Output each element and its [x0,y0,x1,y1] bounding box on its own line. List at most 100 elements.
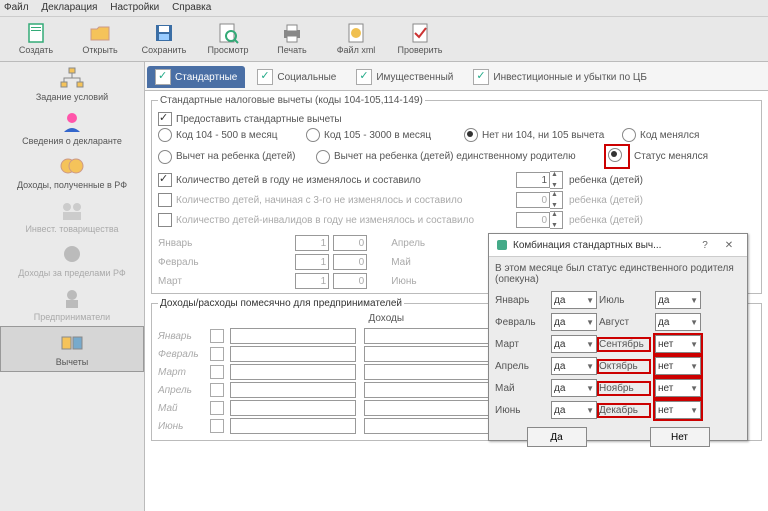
new-button[interactable]: Создать [4,22,68,56]
ie-jun-expense[interactable] [364,418,490,434]
ie-feb-income[interactable] [230,346,356,362]
ie-jan-check[interactable] [210,329,224,343]
code-changed-radio[interactable] [622,128,636,142]
code104-radio[interactable] [158,128,172,142]
dialog-month-select[interactable]: да▼ [551,313,597,331]
ie-jun-income[interactable] [230,418,356,434]
check-button[interactable]: Проверить [388,22,452,56]
preview-button[interactable]: Просмотр [196,22,260,56]
kids-invalid-checkbox[interactable] [158,213,172,227]
dialog-month-select[interactable]: да▼ [655,313,701,331]
deductions-icon [58,331,86,355]
kids3-input[interactable] [516,212,550,228]
kids-from3-checkbox[interactable] [158,193,172,207]
ie-apr-income[interactable] [230,382,356,398]
feb-v1[interactable] [295,254,329,270]
code105-radio[interactable] [306,128,320,142]
tab-property[interactable]: Имущественный [348,66,461,88]
dialog-month-select[interactable]: да▼ [551,379,597,397]
open-button[interactable]: Открыть [68,22,132,56]
spinner[interactable] [550,211,563,229]
tab-invest-label: Инвестиционные и убытки по ЦБ [493,72,647,83]
feb-v2[interactable] [333,254,367,270]
income-col: Доходы [368,313,404,324]
child-radio[interactable] [158,150,172,164]
print-button[interactable]: Печать [260,22,324,56]
dialog-month-label: Декабрь [599,405,649,416]
dialog-month-label: Май [495,383,545,394]
dialog-month-select[interactable]: нет▼ [655,357,701,375]
dialog-month-select[interactable]: да▼ [551,335,597,353]
kids-from3-label: Количество детей, начиная с 3-го не изме… [176,195,516,206]
sidebar-item-income-out[interactable]: Доходы за пределами РФ [0,238,144,282]
save-button[interactable]: Сохранить [132,22,196,56]
menu-help[interactable]: Справка [172,2,211,13]
spinner[interactable] [550,171,563,189]
ie-may-check[interactable] [210,401,224,415]
jan-v1[interactable] [295,235,329,251]
menu-settings[interactable]: Настройки [110,2,159,13]
dialog-help-button[interactable]: ? [693,240,717,251]
mar-v2[interactable] [333,273,367,289]
dialog-month-select[interactable]: да▼ [655,291,701,309]
ie-jan-expense[interactable] [364,328,490,344]
dialog-month-select[interactable]: да▼ [551,291,597,309]
ie-feb-expense[interactable] [364,346,490,362]
kids-invalid-label: Количество детей-инвалидов в году не изм… [176,215,516,226]
dialog-month-select[interactable]: нет▼ [655,401,701,419]
menu-declaration[interactable]: Декларация [41,2,97,13]
ie-feb-check[interactable] [210,347,224,361]
dialog-month-label: Апрель [495,361,545,372]
ie-mar: Март [158,367,210,378]
kids-unchanged-checkbox[interactable] [158,173,172,187]
dialog-yes-button[interactable]: Да [527,427,587,447]
sidebar-item-deductions[interactable]: Вычеты [0,326,144,372]
ie-apr: Апрель [158,385,210,396]
sidebar: Задание условий Сведения о декларанте До… [0,62,145,511]
tab-social-label: Социальные [277,72,336,83]
sidebar-item-invest[interactable]: Инвест. товарищества [0,194,144,238]
checkbox-icon [473,69,489,85]
mar-v1[interactable] [295,273,329,289]
check-label: Проверить [397,45,442,55]
ie-apr-check[interactable] [210,383,224,397]
dialog-no-button[interactable]: Нет [650,427,710,447]
sidebar-item-entrepreneur[interactable]: Предприниматели [0,282,144,326]
person-icon [58,110,86,134]
none-radio[interactable] [464,128,478,142]
dialog-title: Комбинация стандартных выч... [513,240,661,251]
ie-may-income[interactable] [230,400,356,416]
dialog-month-grid: Январьда▼Июльда▼Февральда▼Августда▼Мартд… [495,291,741,419]
jan-v2[interactable] [333,235,367,251]
ie-jan-income[interactable] [230,328,356,344]
ie-mar-income[interactable] [230,364,356,380]
dialog-month-label: Октябрь [599,361,649,372]
sidebar-item-declarant[interactable]: Сведения о декларанте [0,106,144,150]
dialog-month-select[interactable]: нет▼ [655,335,701,353]
dialog-titlebar[interactable]: Комбинация стандартных выч... ? ✕ [489,234,747,257]
ie-apr-expense[interactable] [364,382,490,398]
dialog-month-select[interactable]: да▼ [551,401,597,419]
menu-file[interactable]: Файл [4,2,29,13]
dialog-month-select[interactable]: да▼ [551,357,597,375]
status-changed-radio[interactable] [608,148,622,162]
dialog-close-button[interactable]: ✕ [717,240,741,251]
dialog-month-select[interactable]: нет▼ [655,379,701,397]
provide-checkbox[interactable] [158,112,172,126]
ie-mar-expense[interactable] [364,364,490,380]
sidebar-item-conditions[interactable]: Задание условий [0,62,144,106]
ie-may-expense[interactable] [364,400,490,416]
tab-standard[interactable]: Стандартные [147,66,245,88]
kids2-input[interactable] [516,192,550,208]
tab-invest[interactable]: Инвестиционные и убытки по ЦБ [465,66,655,88]
kids1-input[interactable] [516,172,550,188]
ie-mar-check[interactable] [210,365,224,379]
sidebar-item-income-rf[interactable]: Доходы, полученные в РФ [0,150,144,194]
tab-property-label: Имущественный [376,72,453,83]
spinner[interactable] [550,191,563,209]
xml-button[interactable]: Файл xml [324,22,388,56]
app-icon [495,238,509,252]
child-single-radio[interactable] [316,150,330,164]
tab-social[interactable]: Социальные [249,66,344,88]
ie-jun-check[interactable] [210,419,224,433]
